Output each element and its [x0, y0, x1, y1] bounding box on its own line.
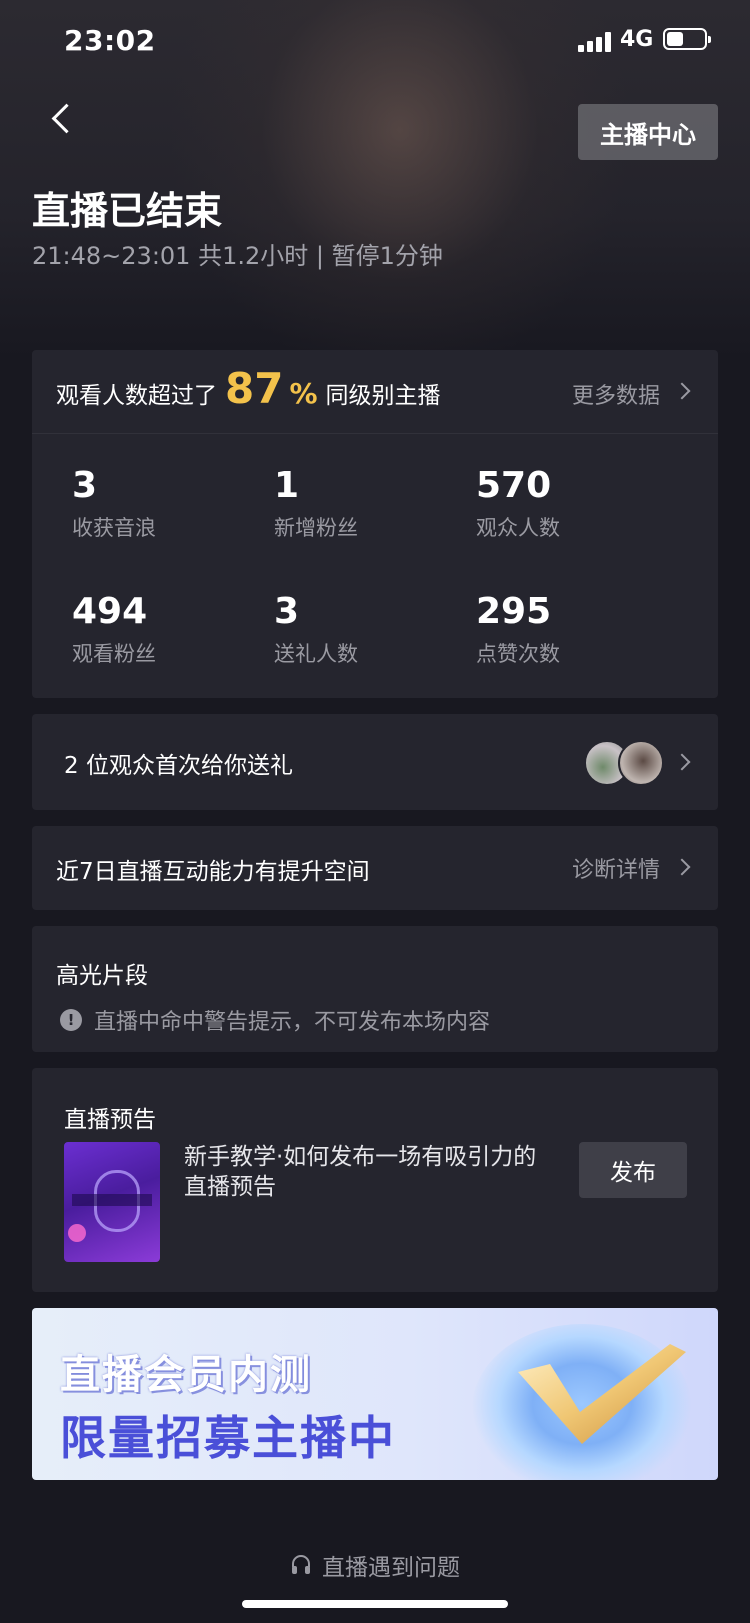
diagnose-link[interactable]: 诊断详情	[572, 852, 660, 884]
first-gift-row[interactable]: 2 位观众首次给你送礼	[32, 714, 718, 810]
preview-title: 直播预告	[64, 1107, 156, 1133]
help-text: 直播遇到问题	[322, 1555, 460, 1581]
chevron-right-icon	[673, 753, 691, 771]
warning-icon: !	[60, 1009, 82, 1031]
help-link[interactable]: 直播遇到问题	[0, 1548, 750, 1582]
chevron-right-icon	[673, 858, 691, 876]
publish-button[interactable]: 发布	[579, 1142, 687, 1198]
warning-text: 直播中命中警告提示，不可发布本场内容	[94, 1010, 491, 1035]
stat-value: 1	[274, 465, 300, 506]
tutorial-thumbnail[interactable]	[64, 1142, 160, 1262]
live-preview-card: 直播预告 新手教学·如何发布一场有吸引力的直播预告 发布	[32, 1068, 718, 1292]
highlight-card: 高光片段 ! 直播中命中警告提示，不可发布本场内容	[32, 926, 718, 1052]
highlight-warning: ! 直播中命中警告提示，不可发布本场内容	[60, 1004, 490, 1036]
headline-prefix: 观看人数超过了	[56, 383, 217, 409]
first-gift-text: 2 位观众首次给你送礼	[64, 753, 293, 779]
stats-header: 观看人数超过了 87% 同级别主播 更多数据	[32, 350, 718, 434]
interaction-text: 近7日直播互动能力有提升空间	[56, 859, 370, 885]
page-title: 直播已结束	[32, 189, 223, 233]
interaction-row[interactable]: 近7日直播互动能力有提升空间 诊断详情	[32, 826, 718, 910]
status-bar: 23:02 4G	[0, 0, 750, 80]
status-time: 23:02	[64, 24, 156, 57]
live-duration: 21:48~23:01 共1.2小时 | 暂停1分钟	[32, 242, 443, 270]
stat-label: 送礼人数	[274, 642, 358, 666]
stat-sound-waves: 3 收获音浪	[72, 466, 272, 542]
stats-card: 观看人数超过了 87% 同级别主播 更多数据 3 收获音浪 1 新增粉丝 570…	[32, 350, 718, 698]
anchor-center-button[interactable]: 主播中心	[578, 104, 718, 160]
battery-icon	[663, 28, 711, 50]
banner-line-2: 限量招募主播中	[60, 1411, 396, 1465]
chevron-right-icon[interactable]	[673, 382, 691, 400]
ranking-headline: 观看人数超过了 87% 同级别主播	[56, 364, 441, 413]
gifter-avatars	[584, 740, 664, 786]
stat-label: 观看粉丝	[72, 642, 156, 666]
stat-label: 点赞次数	[476, 642, 560, 666]
tutorial-link[interactable]: 新手教学·如何发布一场有吸引力的直播预告	[184, 1142, 544, 1202]
stat-label: 观众人数	[476, 516, 560, 540]
stat-label: 新增粉丝	[274, 516, 358, 540]
headline-percent-unit: %	[289, 377, 318, 410]
home-indicator[interactable]	[242, 1600, 508, 1608]
highlight-title: 高光片段	[56, 963, 148, 989]
headline-percent: 87	[225, 364, 284, 413]
headset-icon	[292, 1555, 310, 1574]
avatar	[618, 740, 664, 786]
stat-gifters: 3 送礼人数	[274, 592, 474, 668]
stat-new-fans: 1 新增粉丝	[274, 466, 474, 542]
stat-value: 3	[72, 465, 98, 506]
stat-value: 295	[476, 591, 552, 632]
stat-label: 收获音浪	[72, 516, 156, 540]
checkmark-icon	[518, 1344, 686, 1444]
membership-banner[interactable]: 直播会员内测 限量招募主播中	[32, 1308, 718, 1480]
stat-value: 494	[72, 591, 148, 632]
stat-fan-viewers: 494 观看粉丝	[72, 592, 272, 668]
stat-viewers: 570 观众人数	[476, 466, 676, 542]
network-type: 4G	[620, 27, 654, 52]
banner-line-1: 直播会员内测	[60, 1352, 312, 1398]
battery-level	[667, 32, 683, 46]
stat-value: 570	[476, 465, 552, 506]
back-button[interactable]	[44, 100, 84, 140]
headline-suffix: 同级别主播	[325, 383, 441, 409]
signal-icon	[578, 32, 612, 52]
stat-value: 3	[274, 591, 300, 632]
more-data-link[interactable]: 更多数据	[572, 378, 660, 410]
stat-likes: 295 点赞次数	[476, 592, 676, 668]
